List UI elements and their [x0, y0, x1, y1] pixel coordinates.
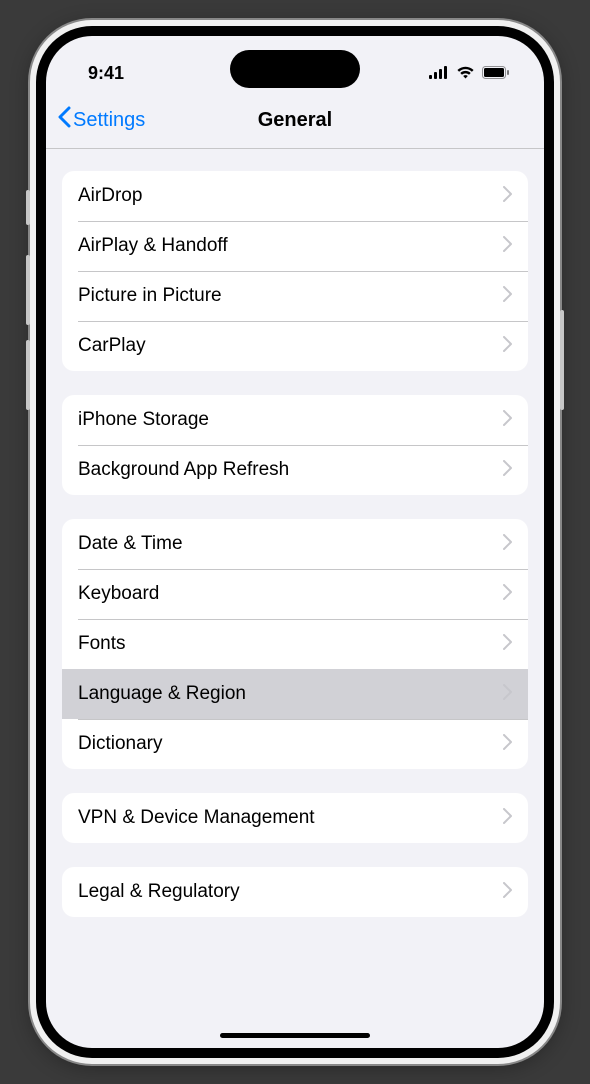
row-storage[interactable]: iPhone Storage	[62, 395, 528, 445]
chevron-right-icon	[503, 734, 512, 755]
row-pip[interactable]: Picture in Picture	[62, 271, 528, 321]
row-airdrop[interactable]: AirDrop	[62, 171, 528, 221]
row-label: Dictionary	[78, 733, 162, 755]
settings-group: AirDrop AirPlay & Handoff Picture in Pictu…	[62, 171, 528, 371]
chevron-right-icon	[503, 584, 512, 605]
row-label: Keyboard	[78, 583, 159, 605]
row-label: CarPlay	[78, 335, 146, 357]
volume-up-button	[26, 255, 30, 325]
status-time: 9:41	[88, 63, 124, 84]
phone-frame: 9:41 Set	[30, 20, 560, 1064]
status-indicators	[429, 63, 510, 84]
row-label: Background App Refresh	[78, 459, 289, 481]
chevron-left-icon	[58, 106, 71, 134]
row-label: Language & Region	[78, 683, 246, 705]
volume-down-button	[26, 340, 30, 410]
chevron-right-icon	[503, 236, 512, 257]
row-background-refresh[interactable]: Background App Refresh	[62, 445, 528, 495]
row-label: Date & Time	[78, 533, 183, 555]
row-keyboard[interactable]: Keyboard	[62, 569, 528, 619]
power-button	[560, 310, 564, 410]
row-label: iPhone Storage	[78, 409, 209, 431]
silence-switch	[26, 190, 30, 225]
row-label: Fonts	[78, 633, 126, 655]
chevron-right-icon	[503, 336, 512, 357]
settings-group: Legal & Regulatory	[62, 867, 528, 917]
row-language-region[interactable]: Language & Region	[62, 669, 528, 719]
chevron-right-icon	[503, 634, 512, 655]
chevron-right-icon	[503, 684, 512, 705]
phone-inner: 9:41 Set	[36, 26, 554, 1058]
row-label: Picture in Picture	[78, 285, 222, 307]
row-dictionary[interactable]: Dictionary	[62, 719, 528, 769]
row-airplay[interactable]: AirPlay & Handoff	[62, 221, 528, 271]
wifi-icon	[456, 63, 475, 84]
nav-bar: Settings General	[46, 92, 544, 149]
row-label: VPN & Device Management	[78, 807, 315, 829]
row-label: Legal & Regulatory	[78, 881, 240, 903]
chevron-right-icon	[503, 410, 512, 431]
chevron-right-icon	[503, 882, 512, 903]
chevron-right-icon	[503, 286, 512, 307]
row-carplay[interactable]: CarPlay	[62, 321, 528, 371]
cellular-icon	[429, 63, 449, 84]
row-label: AirDrop	[78, 185, 142, 207]
chevron-right-icon	[503, 186, 512, 207]
settings-group: Date & Time Keyboard Fonts Language & Regio…	[62, 519, 528, 769]
dynamic-island	[230, 50, 360, 88]
row-vpn[interactable]: VPN & Device Management	[62, 793, 528, 843]
row-label: AirPlay & Handoff	[78, 235, 228, 257]
screen: 9:41 Set	[46, 36, 544, 1048]
home-indicator[interactable]	[220, 1033, 370, 1038]
back-label: Settings	[73, 109, 145, 132]
chevron-right-icon	[503, 808, 512, 829]
chevron-right-icon	[503, 534, 512, 555]
settings-group: VPN & Device Management	[62, 793, 528, 843]
back-button[interactable]: Settings	[58, 106, 145, 134]
chevron-right-icon	[503, 460, 512, 481]
settings-group: iPhone Storage Background App Refresh	[62, 395, 528, 495]
row-fonts[interactable]: Fonts	[62, 619, 528, 669]
row-legal[interactable]: Legal & Regulatory	[62, 867, 528, 917]
row-date-time[interactable]: Date & Time	[62, 519, 528, 569]
content-scroll[interactable]: AirDrop AirPlay & Handoff Picture in Pictu…	[46, 149, 544, 1048]
battery-icon	[482, 63, 510, 84]
